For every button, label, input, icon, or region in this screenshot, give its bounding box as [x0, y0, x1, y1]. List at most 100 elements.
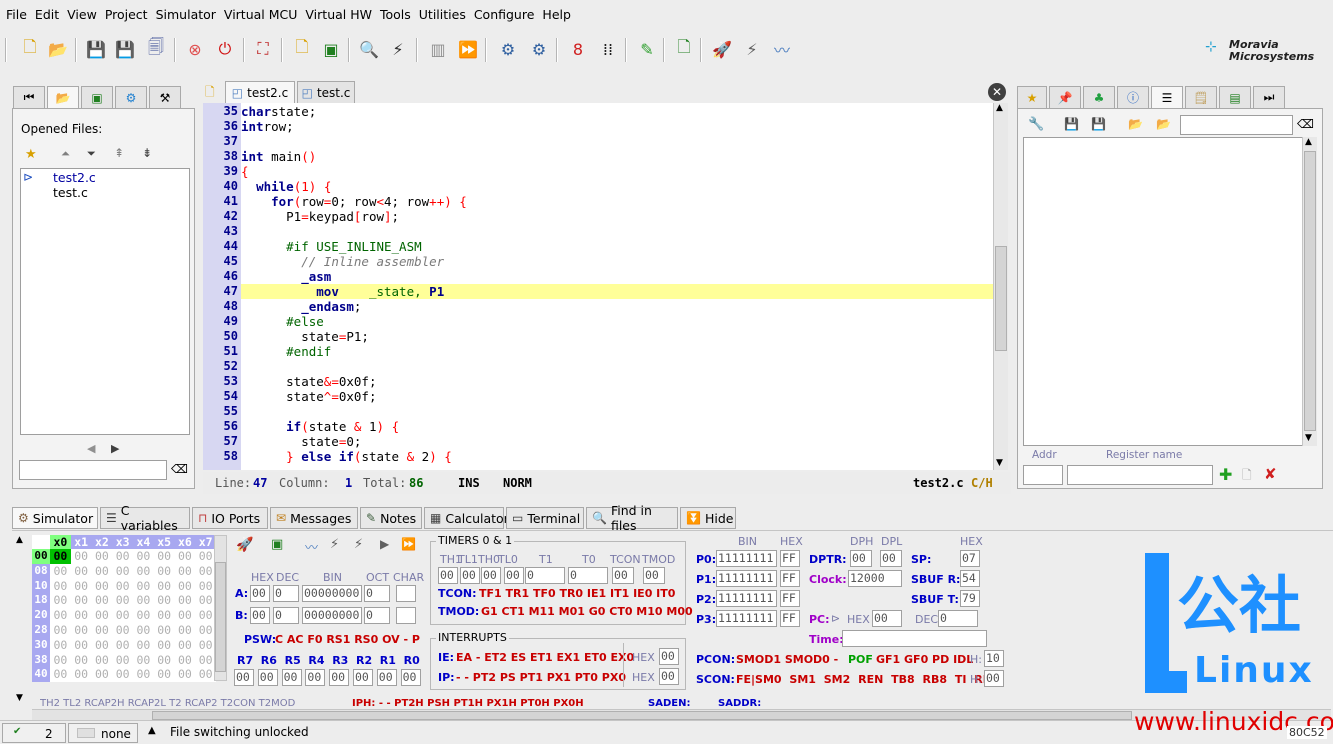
simulator-hscroll-thumb[interactable] [152, 711, 1132, 720]
memory-cell[interactable]: 00 [50, 563, 71, 579]
dph-field[interactable]: 00 [850, 550, 872, 567]
b-oct-field[interactable]: 0 [364, 607, 390, 624]
favorite-icon[interactable]: ★ [25, 147, 37, 162]
tmod-bits[interactable]: G1 CT1 M11 M01 G0 CT0 M10 M00 [481, 605, 693, 618]
code-line[interactable]: state=0; [241, 434, 993, 449]
register-name-input[interactable] [1067, 465, 1213, 485]
memory-cell[interactable]: 00 [195, 608, 216, 623]
memory-cell[interactable]: 00 [174, 652, 196, 668]
right-tab-more[interactable]: ⏭ [1253, 86, 1285, 108]
search-icon[interactable]: 🔍 [357, 37, 381, 61]
pcon-pof[interactable]: POF [848, 653, 873, 666]
code-line[interactable]: while(1) { [241, 179, 993, 194]
dpl-field[interactable]: 00 [880, 550, 902, 567]
timer-field[interactable]: 00 [504, 567, 524, 584]
memory-cell[interactable]: 00 [50, 593, 71, 609]
menu-item[interactable]: Virtual MCU [220, 7, 301, 22]
port-bin-field[interactable]: 11111111 [716, 570, 777, 587]
right-tab-bookmarks[interactable]: ★ [1017, 86, 1047, 108]
import-icon[interactable]: 🗋 [672, 37, 696, 61]
tcon-bits[interactable]: TF1 TR1 TF0 TR0 IE1 IT1 IE0 IT0 [479, 587, 675, 600]
a-dec-field[interactable]: 0 [273, 585, 299, 602]
left-tab-project[interactable]: ▣ [81, 86, 113, 108]
pencil-icon[interactable]: ✎ [635, 37, 659, 61]
memory-cell[interactable]: 00 [50, 637, 71, 653]
ie-bits[interactable]: EA - ET2 ES ET1 EX1 ET0 EX0 [456, 651, 634, 664]
delete-icon[interactable]: ✘ [1264, 465, 1277, 483]
memory-cell[interactable]: 00 [133, 563, 154, 579]
save-list-icon[interactable]: 💾 [1064, 117, 1079, 131]
memory-cell[interactable]: 00 [112, 593, 133, 609]
wrench-icon[interactable]: 🔧 [1028, 117, 1044, 132]
gear-zero-icon[interactable]: ⚙ [496, 37, 520, 61]
memory-cell[interactable]: 00 [50, 667, 71, 683]
register-list[interactable] [1023, 137, 1303, 446]
right-tab-breakpoints[interactable]: 📌 [1049, 86, 1081, 108]
code-line[interactable]: // Inline assembler [241, 254, 993, 269]
code-line[interactable]: state=P1; [241, 329, 993, 344]
b-hex-field[interactable]: 00 [250, 607, 270, 624]
scroll-up-icon[interactable]: ▲ [16, 535, 23, 545]
memory-cell[interactable]: 00 [112, 578, 133, 594]
port-hex-field[interactable]: FF [780, 590, 800, 607]
code-line[interactable]: charstate; [241, 104, 993, 119]
bottom-tab[interactable]: ⏬ Hide [680, 507, 736, 529]
menu-item[interactable]: Help [538, 7, 575, 22]
move-top-icon[interactable]: ⇞ [114, 146, 124, 160]
memory-cell[interactable]: 00 [174, 608, 196, 623]
memory-cell[interactable]: 00 [174, 549, 196, 564]
memory-cell[interactable]: 00 [174, 593, 196, 609]
left-tab-tools[interactable]: ⚒ [149, 86, 181, 108]
move-down-icon[interactable]: ⏷ [87, 147, 96, 161]
timer-field[interactable]: 00 [460, 567, 480, 584]
code-line[interactable] [241, 134, 993, 149]
menu-item[interactable]: Configure [470, 7, 539, 22]
psw-flags[interactable]: C AC F0 RS1 RS0 OV - P [275, 633, 420, 646]
code-line-current[interactable]: mov _state, P1 [241, 284, 993, 299]
animate-icon[interactable]: 〰 [305, 537, 318, 556]
step-icon[interactable]: ⚡ [740, 37, 764, 61]
port-bin-field[interactable]: 11111111 [716, 590, 777, 607]
code-line[interactable]: state^=0x0f; [241, 389, 993, 404]
code-line[interactable] [241, 224, 993, 239]
fullscreen-icon[interactable]: ⛶ [251, 37, 275, 61]
b-char-field[interactable] [396, 607, 416, 624]
clear-filter-icon[interactable]: ⌫ [171, 462, 188, 476]
timer-field[interactable]: 00 [481, 567, 501, 584]
pcon-hex-field[interactable]: 10 [984, 650, 1004, 667]
memory-cell[interactable]: 00 [153, 667, 175, 683]
memory-cell[interactable]: 00 [112, 563, 133, 579]
clock-field[interactable]: 12000 [848, 570, 902, 587]
menu-item[interactable]: Virtual HW [301, 7, 376, 22]
scroll-up-icon[interactable]: ▲ [1305, 137, 1312, 147]
memory-cell[interactable]: 00 [174, 637, 196, 653]
save-icon[interactable]: 💾 [84, 37, 108, 61]
left-tab-files[interactable]: 📂 [47, 86, 79, 108]
r-register-field[interactable]: 00 [400, 669, 421, 686]
chevron-up-icon[interactable]: ▲ [148, 725, 156, 736]
sbuf-t-field[interactable]: 79 [960, 590, 980, 607]
scroll-left-icon[interactable]: ◀ [87, 442, 95, 455]
memory-cell[interactable]: 00 [133, 652, 154, 668]
code-line[interactable] [241, 359, 993, 374]
code-line[interactable]: #if USE_INLINE_ASM [241, 239, 993, 254]
sp-field[interactable]: 07 [960, 550, 980, 567]
close-icon[interactable]: ⊗ [183, 37, 207, 61]
menu-item[interactable]: Project [101, 7, 152, 22]
memory-cell[interactable]: 00 [195, 667, 216, 683]
addr-input[interactable] [1023, 465, 1063, 485]
run-fast-icon[interactable]: ⏩ [401, 537, 416, 551]
memory-cell[interactable]: 00 [91, 563, 113, 579]
step-over-icon[interactable]: ⚡ [330, 537, 339, 552]
menu-item[interactable]: Utilities [415, 7, 470, 22]
seven-segment-icon[interactable]: 8 [566, 37, 590, 61]
a-oct-field[interactable]: 0 [364, 585, 390, 602]
memory-cell[interactable]: 00 [195, 593, 216, 609]
code-line[interactable]: if(state & 1) { [241, 419, 993, 434]
rocket-icon[interactable]: 🚀 [710, 37, 734, 61]
memory-cell[interactable]: 00 [133, 608, 154, 623]
open-list-icon[interactable]: 📂 [1128, 117, 1143, 131]
code-line[interactable]: introw; [241, 119, 993, 134]
code-line[interactable]: int main() [241, 149, 993, 164]
left-tab-back[interactable]: ⏮ [13, 86, 45, 108]
